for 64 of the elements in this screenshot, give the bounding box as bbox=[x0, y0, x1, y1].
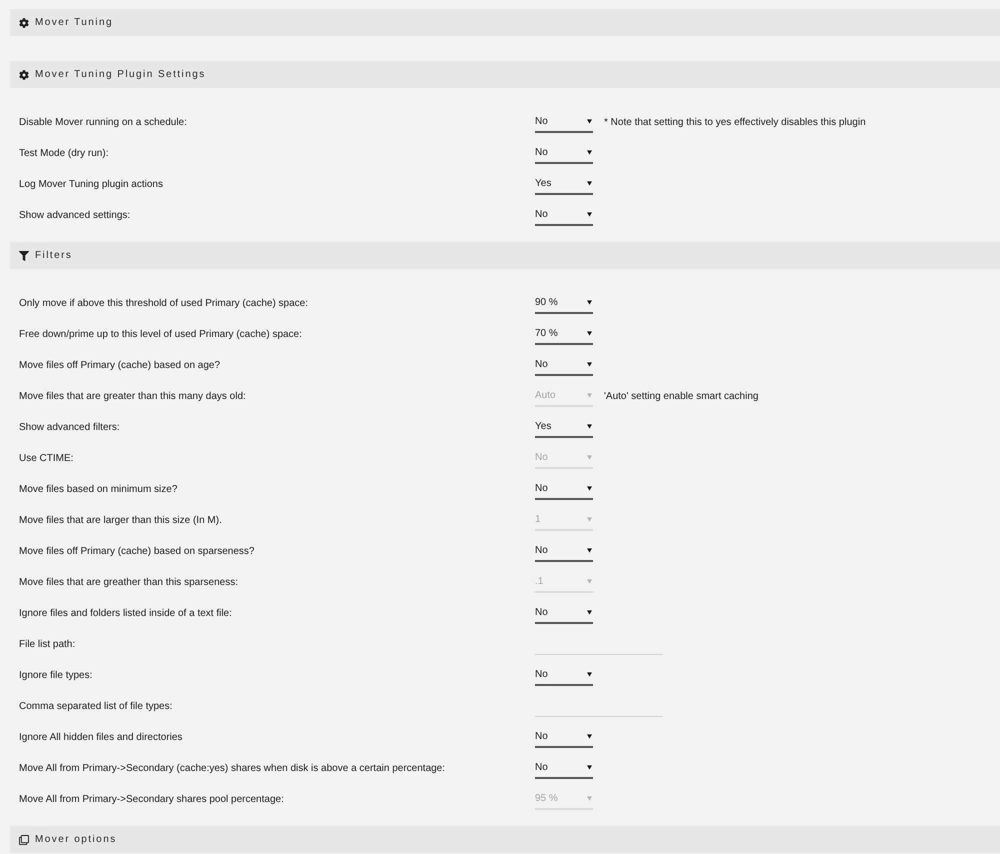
caret-down-icon bbox=[587, 424, 592, 429]
caret-down-icon bbox=[587, 150, 592, 155]
caret-down-icon bbox=[587, 765, 592, 770]
setting-label: Move files off Primary (cache) based on sparseness? bbox=[19, 545, 256, 559]
caret-down-icon bbox=[587, 362, 592, 367]
dropdown[interactable]: No bbox=[535, 112, 593, 133]
setting-note: 'Auto' setting enable smart caching bbox=[604, 390, 758, 404]
setting-label: Move files based on minimum size? bbox=[19, 483, 178, 497]
setting-label: Only move if above this threshold of used Primary (cache) space: bbox=[19, 297, 310, 311]
dropdown[interactable]: No bbox=[535, 541, 593, 562]
caret-down-icon bbox=[587, 734, 592, 739]
section-title: Mover Tuning bbox=[35, 16, 113, 30]
setting-label: File list path: bbox=[19, 638, 76, 652]
caret-down-icon bbox=[587, 486, 592, 491]
caret-down-icon bbox=[587, 796, 592, 801]
setting-label: Move files that are greather than this sparseness: bbox=[19, 576, 240, 590]
setting-label: Ignore All hidden files and directories bbox=[19, 731, 184, 745]
caret-down-icon bbox=[587, 212, 592, 217]
copy-icon bbox=[19, 834, 29, 844]
setting-label: Move All from Primary->Secondary (cache:yes) shares when disk is above a certain percentage: bbox=[19, 762, 446, 776]
caret-down-icon bbox=[587, 610, 592, 615]
dropdown[interactable]: No bbox=[535, 603, 593, 624]
setting-label: Move files that are greater than this many days old: bbox=[19, 390, 247, 404]
dropdown[interactable]: No bbox=[535, 479, 593, 500]
setting-note: * Note that setting this to yes effectively disables this plugin bbox=[604, 116, 866, 130]
gear-icon bbox=[19, 70, 29, 80]
caret-down-icon bbox=[587, 119, 592, 124]
caret-down-icon bbox=[587, 331, 592, 336]
section-title: Mover Tuning Plugin Settings bbox=[35, 68, 206, 82]
setting-label: Show advanced settings: bbox=[19, 209, 132, 223]
caret-down-icon bbox=[587, 455, 592, 460]
caret-down-icon bbox=[587, 579, 592, 584]
dropdown[interactable]: No bbox=[535, 205, 593, 226]
setting-label: Move files off Primary (cache) based on age? bbox=[19, 359, 222, 373]
dropdown[interactable]: No bbox=[535, 758, 593, 779]
setting-label: Comma separated list of file types: bbox=[19, 700, 174, 714]
caret-down-icon bbox=[587, 548, 592, 553]
dropdown[interactable]: Yes bbox=[535, 174, 593, 195]
filter-icon bbox=[19, 250, 29, 260]
section-title: Mover options bbox=[35, 833, 117, 847]
setting-label: Ignore files and folders listed inside of a text file: bbox=[19, 607, 233, 621]
caret-down-icon bbox=[587, 393, 592, 398]
setting-label: Test Mode (dry run): bbox=[19, 147, 110, 161]
dropdown[interactable]: 70 % bbox=[535, 324, 593, 345]
setting-label: Use CTIME: bbox=[19, 452, 74, 466]
section-title: Filters bbox=[35, 249, 72, 263]
gear-icon bbox=[19, 18, 29, 28]
setting-label: Show advanced filters: bbox=[19, 421, 121, 435]
caret-down-icon bbox=[587, 300, 592, 305]
caret-down-icon bbox=[587, 672, 592, 677]
dropdown[interactable]: No bbox=[535, 355, 593, 376]
dropdown[interactable]: No bbox=[535, 727, 593, 748]
setting-label: Ignore file types: bbox=[19, 669, 94, 683]
setting-label: Log Mover Tuning plugin actions bbox=[19, 178, 164, 192]
setting-label: Move files that are larger than this size (In M). bbox=[19, 514, 223, 528]
dropdown[interactable]: 90 % bbox=[535, 293, 593, 314]
caret-down-icon bbox=[587, 181, 592, 186]
caret-down-icon bbox=[587, 517, 592, 522]
setting-label: Free down/prime up to this level of used Primary (cache) space: bbox=[19, 328, 303, 342]
setting-label: Disable Mover running on a schedule: bbox=[19, 116, 188, 130]
dropdown[interactable]: Yes bbox=[535, 417, 593, 438]
dropdown[interactable]: No bbox=[535, 143, 593, 164]
setting-label: Move All from Primary->Secondary shares pool percentage: bbox=[19, 793, 285, 807]
dropdown[interactable]: No bbox=[535, 665, 593, 686]
